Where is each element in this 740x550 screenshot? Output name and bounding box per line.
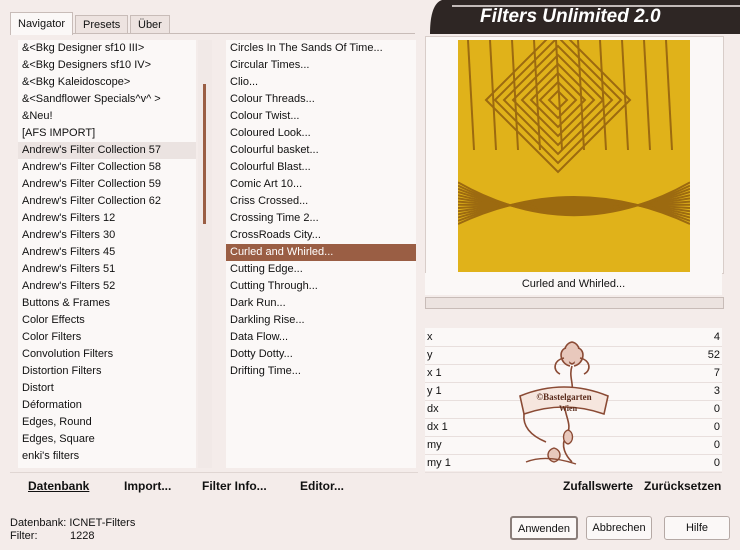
parameter-value[interactable]: 0 — [714, 400, 720, 418]
category-item[interactable]: &<Bkg Kaleidoscope> — [18, 74, 196, 91]
parameter-value[interactable]: 3 — [714, 382, 720, 400]
category-item[interactable]: Convolution Filters — [18, 346, 196, 363]
filter-list[interactable]: Circles In The Sands Of Time... Circular … — [226, 40, 416, 468]
tab-presets[interactable]: Presets — [75, 15, 129, 34]
category-item[interactable]: [AFS IMPORT] — [18, 125, 196, 142]
watermark-logo: ©Bastelgarten Wien — [519, 341, 609, 465]
filter-info-button[interactable]: Filter Info... — [202, 479, 267, 493]
parameter-label: my 1 — [427, 457, 451, 469]
category-item[interactable]: Andrew's Filter Collection 57 — [18, 142, 196, 159]
category-item[interactable]: Color Filters — [18, 329, 196, 346]
filter-item[interactable]: Dark Run... — [226, 295, 416, 312]
category-item[interactable]: Andrew's Filters 52 — [18, 278, 196, 295]
category-item[interactable]: Edges, Round — [18, 414, 196, 431]
parameter-label: y — [427, 349, 433, 361]
import-button[interactable]: Import... — [124, 479, 171, 493]
filter-item[interactable]: Data Flow... — [226, 329, 416, 346]
filter-item[interactable]: Darkling Rise... — [226, 312, 416, 329]
filter-item[interactable]: Cutting Through... — [226, 278, 416, 295]
category-item[interactable]: enki's filters — [18, 448, 196, 465]
filter-item[interactable]: Coloured Look... — [226, 125, 416, 142]
category-item[interactable]: Buttons & Frames — [18, 295, 196, 312]
filter-item[interactable]: Colour Threads... — [226, 91, 416, 108]
tab-navigator[interactable]: Navigator — [10, 12, 74, 35]
filter-item[interactable]: Cutting Edge... — [226, 261, 416, 278]
category-item[interactable]: Andrew's Filter Collection 59 — [18, 176, 196, 193]
category-item[interactable]: Distortion Filters — [18, 363, 196, 380]
editor-button[interactable]: Editor... — [300, 479, 344, 493]
help-button[interactable]: Hilfe — [664, 516, 730, 540]
status-filter-label: Filter: — [10, 530, 38, 542]
category-item[interactable]: Andrew's Filter Collection 62 — [18, 193, 196, 210]
preview-image — [458, 40, 690, 272]
category-scrollbar-thumb[interactable] — [203, 84, 206, 224]
parameter-label: y 1 — [427, 385, 442, 397]
category-item[interactable]: Andrew's Filter Collection 58 — [18, 159, 196, 176]
parameter-value[interactable]: 0 — [714, 436, 720, 454]
banner-title: Filters Unlimited 2.0 — [480, 6, 661, 27]
parameter-label: dx — [427, 403, 439, 415]
status-db-label: Datenbank: — [10, 517, 67, 529]
parameter-value[interactable]: 0 — [714, 418, 720, 436]
preview-caption: Curled and Whirled... — [425, 273, 722, 295]
category-item[interactable]: Andrew's Filters 12 — [18, 210, 196, 227]
banner: Filters Unlimited 2.0 — [430, 0, 740, 34]
status-db-value: ICNET-Filters — [69, 517, 136, 529]
watermark-line2: Wien — [559, 404, 578, 413]
filter-item[interactable]: Criss Crossed... — [226, 193, 416, 210]
category-item[interactable]: Distort — [18, 380, 196, 397]
filter-item[interactable]: Circular Times... — [226, 57, 416, 74]
filter-item[interactable]: Clio... — [226, 74, 416, 91]
category-item[interactable]: &<Bkg Designers sf10 IV> — [18, 57, 196, 74]
parameter-value[interactable]: 7 — [714, 364, 720, 382]
tab-uber[interactable]: Über — [130, 15, 170, 34]
apply-button[interactable]: Anwenden — [510, 516, 578, 540]
filter-item[interactable]: Colour Twist... — [226, 108, 416, 125]
parameter-value[interactable]: 0 — [714, 454, 720, 472]
cancel-button[interactable]: Abbrechen — [586, 516, 652, 540]
category-item[interactable]: Edges, Square — [18, 431, 196, 448]
filter-item[interactable]: Comic Art 10... — [226, 176, 416, 193]
parameter-label: x 1 — [427, 367, 442, 379]
category-item[interactable]: Color Effects — [18, 312, 196, 329]
filter-item[interactable]: Colourful Blast... — [226, 159, 416, 176]
parameter-value[interactable]: 4 — [714, 328, 720, 346]
watermark-line1: ©Bastelgarten — [536, 392, 591, 402]
parameter-label: dx 1 — [427, 421, 448, 433]
category-item[interactable]: &<Sandflower Specials^v^ > — [18, 91, 196, 108]
filter-item[interactable]: Drifting Time... — [226, 363, 416, 380]
random-values-button[interactable]: Zufallswerte — [563, 479, 633, 493]
category-list[interactable]: &<Bkg Designer sf10 III> &<Bkg Designers … — [18, 40, 196, 468]
datenbank-button[interactable]: Datenbank — [28, 479, 89, 493]
filter-item[interactable]: Curled and Whirled... — [226, 244, 416, 261]
filter-item[interactable]: Dotty Dotty... — [226, 346, 416, 363]
category-item[interactable]: Andrew's Filters 45 — [18, 244, 196, 261]
parameter-label: x — [427, 331, 433, 343]
filter-item[interactable]: CrossRoads City... — [226, 227, 416, 244]
parameter-label: my — [427, 439, 442, 451]
filter-item[interactable]: Colourful basket... — [226, 142, 416, 159]
filter-item[interactable]: Crossing Time 2... — [226, 210, 416, 227]
status-filter-value: 1228 — [70, 530, 95, 542]
category-item[interactable]: &<Bkg Designer sf10 III> — [18, 40, 196, 57]
reset-button[interactable]: Zurücksetzen — [644, 479, 721, 493]
category-item[interactable]: Déformation — [18, 397, 196, 414]
preview-slider[interactable] — [425, 297, 724, 309]
filter-item[interactable]: Circles In The Sands Of Time... — [226, 40, 416, 57]
parameter-value[interactable]: 52 — [708, 346, 720, 364]
category-item[interactable]: Andrew's Filters 30 — [18, 227, 196, 244]
category-item[interactable]: &Neu! — [18, 108, 196, 125]
status-area: Datenbank: ICNET-Filters Filter: 1228 — [10, 517, 135, 543]
category-item[interactable]: Andrew's Filters 51 — [18, 261, 196, 278]
